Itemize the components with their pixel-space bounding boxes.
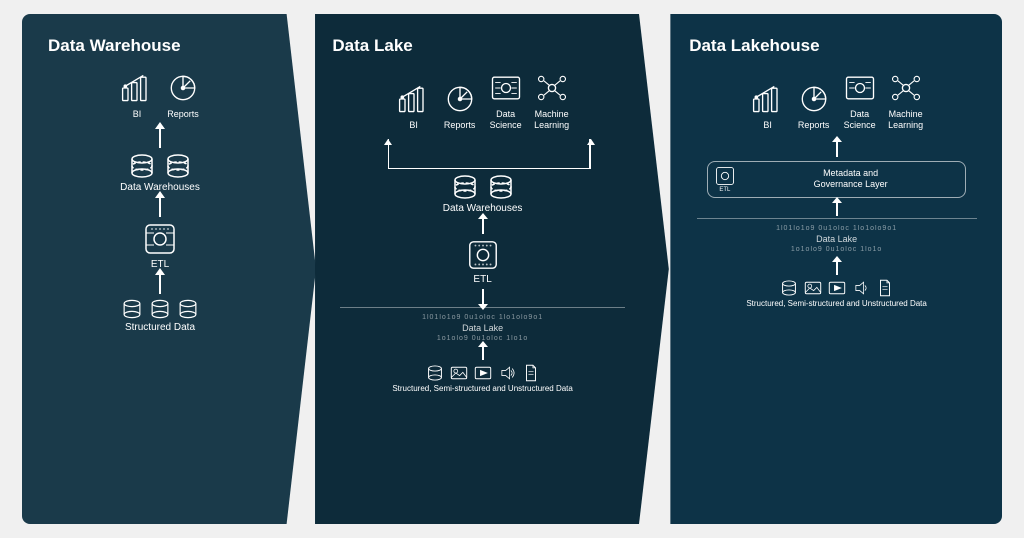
lakehouse-datascience-label: DataScience	[844, 109, 876, 131]
lake-etl-icon	[466, 238, 500, 272]
lake-bi-icon: BI	[396, 81, 432, 131]
lake-source-video	[474, 364, 492, 382]
lake-binary: 1l01lo1o9 0u1oloc 1lo1olo9o1	[340, 314, 625, 321]
lakehouse-source-image	[804, 279, 822, 297]
lake-source-label: Structured, Semi-structured and Unstruct…	[392, 384, 573, 393]
lakehouse-source-db	[780, 279, 798, 297]
lake-reports-icon: Reports	[442, 81, 478, 131]
lakehouse-etl-icon-small	[714, 165, 736, 187]
lakehouse-binary-2: 1o1olo9 0u1oloc 1lo1o	[697, 246, 977, 253]
lakehouse-icons-row: BI Reports	[750, 70, 924, 131]
warehouse-reports-label: Reports	[167, 109, 199, 120]
lake-title: Data Lake	[332, 36, 412, 56]
lake-datascience-icon: DataScience	[488, 70, 524, 131]
lake-source-image	[450, 364, 468, 382]
lakehouse-ml-icon: MachineLearning	[888, 70, 924, 131]
lake-ml-icon: MachineLearning	[534, 70, 570, 131]
diagram-container: Data Warehouse BI	[22, 14, 1002, 524]
lakehouse-title: Data Lakehouse	[689, 36, 819, 56]
db-icon-1	[128, 152, 156, 180]
lakehouse-reports-label: Reports	[798, 120, 830, 131]
lake-source-file	[522, 364, 540, 382]
lake-datascience-label: DataScience	[490, 109, 522, 131]
warehouse-reports-icon: Reports	[165, 70, 201, 120]
lake-icons-row: BI Reports	[396, 70, 570, 131]
lakehouse-source-file	[876, 279, 894, 297]
lake-db-2	[487, 173, 515, 201]
etl-icon	[142, 221, 178, 257]
lakehouse-bi-label: BI	[763, 120, 772, 131]
lake-ml-label: MachineLearning	[534, 109, 569, 131]
lakehouse-binary: 1l01lo1o9 0u1oloc 1lo1olo9o1	[697, 225, 977, 232]
warehouse-source-label: Structured Data	[125, 322, 195, 333]
source-db-1	[121, 298, 143, 320]
lakehouse-source-label: Structured, Semi-structured and Unstruct…	[746, 299, 927, 308]
lakehouse-bi-icon: BI	[750, 81, 786, 131]
lakehouse-datalake-label: Data Lake	[697, 234, 977, 244]
lakehouse-etl-label-small: ETL	[719, 187, 730, 193]
lake-datalake-label: Data Lake	[340, 323, 625, 333]
lake-db-1	[451, 173, 479, 201]
panel-lakehouse: Data Lakehouse BI	[649, 14, 1002, 524]
lakehouse-reports-icon: Reports	[796, 81, 832, 131]
source-db-2	[149, 298, 171, 320]
lake-source-audio	[498, 364, 516, 382]
lake-bi-label: BI	[409, 120, 418, 131]
warehouse-bi-label: BI	[133, 109, 142, 120]
lake-reports-label: Reports	[444, 120, 476, 131]
lake-etl-label: ETL	[473, 274, 491, 285]
db-icon-2	[164, 152, 192, 180]
lakehouse-source-video	[828, 279, 846, 297]
source-db-3	[177, 298, 199, 320]
lake-source-db	[426, 364, 444, 382]
warehouse-icons-row: BI Reports	[119, 70, 201, 120]
metadata-label: Metadata andGovernance Layer	[744, 168, 957, 191]
lakehouse-ml-label: MachineLearning	[888, 109, 923, 131]
lakehouse-source-audio	[852, 279, 870, 297]
panel-lake: Data Lake BI	[296, 14, 668, 524]
warehouse-title: Data Warehouse	[48, 36, 181, 56]
panel-warehouse: Data Warehouse BI	[22, 14, 316, 524]
warehouse-bi-icon: BI	[119, 70, 155, 120]
lakehouse-datascience-icon: DataScience	[842, 70, 878, 131]
